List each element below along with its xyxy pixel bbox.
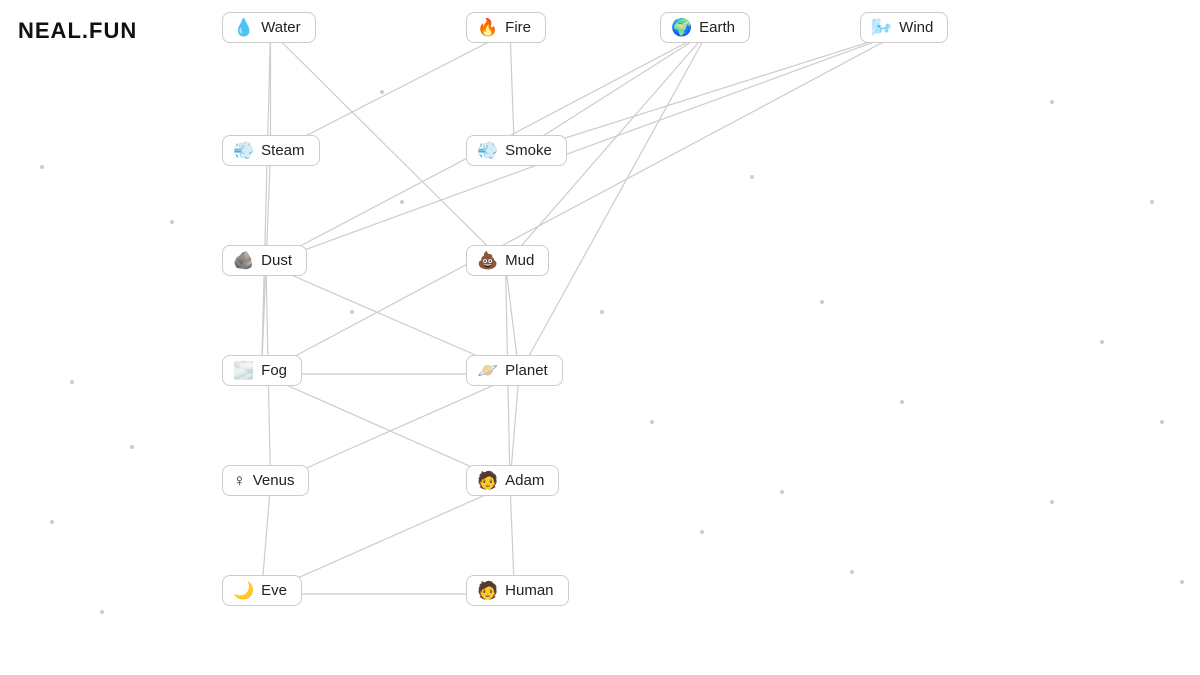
- element-card-eve[interactable]: 🌙 Eve: [222, 575, 302, 606]
- decoration-dot: [820, 300, 824, 304]
- decoration-dot: [350, 310, 354, 314]
- decoration-dot: [170, 220, 174, 224]
- decoration-dot: [130, 445, 134, 449]
- decoration-dot: [780, 490, 784, 494]
- decoration-dot: [40, 165, 44, 169]
- smoke-label: Smoke: [505, 142, 552, 159]
- mud-label: Mud: [505, 252, 534, 269]
- decoration-dot: [50, 520, 54, 524]
- element-card-fire[interactable]: 🔥 Fire: [466, 12, 546, 43]
- eve-label: Eve: [261, 582, 287, 599]
- decoration-dot: [70, 380, 74, 384]
- fire-icon: 🔥: [477, 19, 498, 36]
- decoration-dot: [1050, 500, 1054, 504]
- smoke-icon: 💨: [477, 142, 498, 159]
- adam-icon: 🧑: [477, 472, 498, 489]
- element-card-mud[interactable]: 💩 Mud: [466, 245, 549, 276]
- venus-icon: ♀: [233, 472, 246, 489]
- planet-icon: 🪐: [477, 362, 498, 379]
- decoration-dot: [400, 200, 404, 204]
- element-card-dust[interactable]: 🪨 Dust: [222, 245, 307, 276]
- element-card-fog[interactable]: 🌫️ Fog: [222, 355, 302, 386]
- adam-label: Adam: [505, 472, 544, 489]
- decoration-dot: [100, 610, 104, 614]
- element-card-wind[interactable]: 🌬️ Wind: [860, 12, 948, 43]
- decoration-dot: [650, 420, 654, 424]
- decoration-dot: [600, 310, 604, 314]
- element-card-planet[interactable]: 🪐 Planet: [466, 355, 563, 386]
- earth-icon: 🌍: [671, 19, 692, 36]
- element-card-adam[interactable]: 🧑 Adam: [466, 465, 559, 496]
- element-card-earth[interactable]: 🌍 Earth: [660, 12, 750, 43]
- decoration-dot: [900, 400, 904, 404]
- dust-label: Dust: [261, 252, 292, 269]
- decoration-dot: [700, 530, 704, 534]
- venus-label: Venus: [253, 472, 295, 489]
- mud-icon: 💩: [477, 252, 498, 269]
- decoration-dot: [380, 90, 384, 94]
- fog-icon: 🌫️: [233, 362, 254, 379]
- eve-icon: 🌙: [233, 582, 254, 599]
- element-card-venus[interactable]: ♀ Venus: [222, 465, 309, 496]
- decoration-dot: [1180, 580, 1184, 584]
- fog-label: Fog: [261, 362, 287, 379]
- decoration-dot: [1150, 200, 1154, 204]
- planet-label: Planet: [505, 362, 548, 379]
- element-card-steam[interactable]: 💨 Steam: [222, 135, 320, 166]
- steam-label: Steam: [261, 142, 304, 159]
- water-label: Water: [261, 19, 300, 36]
- decoration-dot: [1050, 100, 1054, 104]
- element-card-smoke[interactable]: 💨 Smoke: [466, 135, 567, 166]
- fire-label: Fire: [505, 19, 531, 36]
- human-icon: 🧑: [477, 582, 498, 599]
- decoration-dot: [850, 570, 854, 574]
- decoration-dot: [750, 175, 754, 179]
- wind-icon: 🌬️: [871, 19, 892, 36]
- water-icon: 💧: [233, 19, 254, 36]
- dust-icon: 🪨: [233, 252, 254, 269]
- element-card-human[interactable]: 🧑 Human: [466, 575, 569, 606]
- element-card-water[interactable]: 💧 Water: [222, 12, 316, 43]
- steam-icon: 💨: [233, 142, 254, 159]
- logo: NEAL.FUN: [18, 18, 137, 44]
- earth-label: Earth: [699, 19, 735, 36]
- human-label: Human: [505, 582, 553, 599]
- decoration-dot: [1160, 420, 1164, 424]
- decoration-dot: [1100, 340, 1104, 344]
- wind-label: Wind: [899, 19, 933, 36]
